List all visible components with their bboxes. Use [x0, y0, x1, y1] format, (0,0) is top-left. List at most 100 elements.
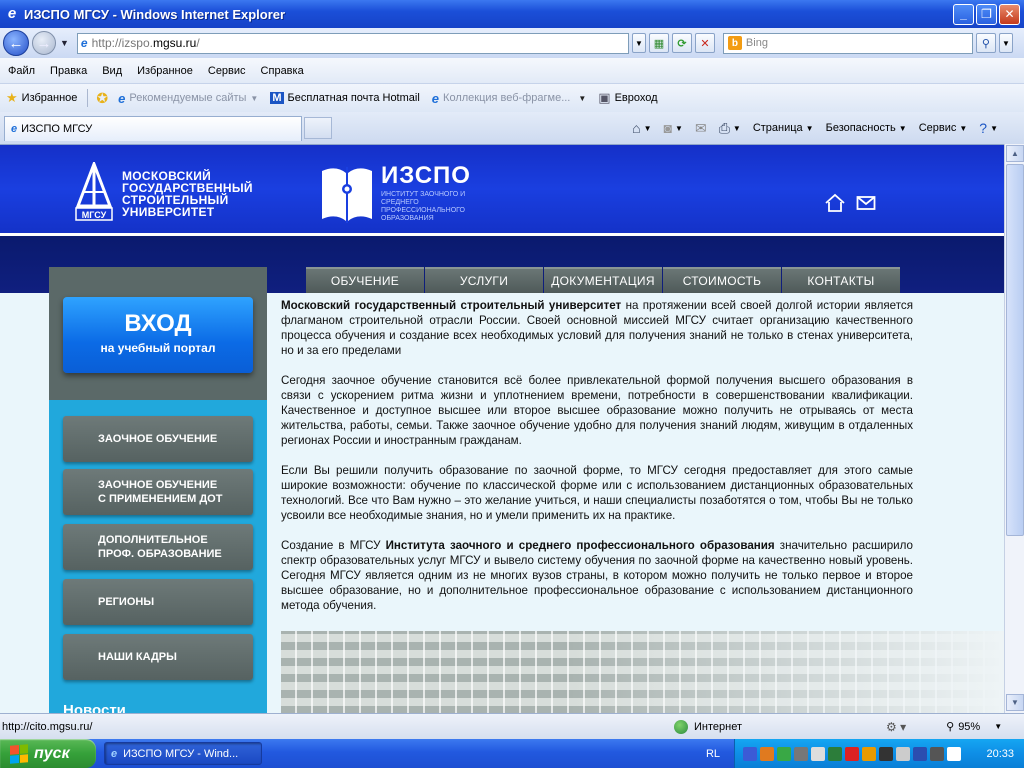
tray-icon[interactable]	[743, 746, 757, 761]
favorites-button[interactable]: ★ Избранное	[6, 90, 77, 106]
new-tab-button[interactable]	[304, 117, 332, 139]
search-icon[interactable]: ⚲	[975, 33, 996, 53]
maximize-button[interactable]: ❐	[976, 3, 997, 25]
taskbar-item-ie[interactable]: e ИЗСПО МГСУ - Wind...	[104, 742, 262, 765]
safety-menu[interactable]: Безопасность ▼	[826, 122, 907, 134]
back-button[interactable]: ←	[3, 30, 29, 56]
tray-icon[interactable]	[811, 746, 825, 761]
login-panel: ВХОД на учебный портал	[49, 267, 267, 400]
menu-help[interactable]: Справка	[261, 65, 304, 77]
tray-icon[interactable]	[845, 746, 859, 761]
nav-tab-contacts[interactable]: КОНТАКТЫ	[782, 267, 900, 293]
dropdown-icon: ▼	[578, 93, 587, 103]
ie-icon: e	[111, 747, 118, 760]
portal-login-button[interactable]: ВХОД на учебный портал	[63, 297, 253, 373]
stop-icon[interactable]: ✕	[694, 33, 715, 53]
sidebar-item-staff[interactable]: НАШИ КАДРЫ	[63, 634, 253, 680]
add-favorite-icon[interactable]: ✪	[96, 90, 108, 107]
tray-icon[interactable]	[794, 746, 808, 761]
building-photo	[281, 631, 1004, 713]
language-indicator[interactable]: RL	[706, 748, 720, 760]
search-options-icon[interactable]: ▼	[998, 33, 1013, 53]
sidebar-item-correspondence-dot[interactable]: ЗАОЧНОЕ ОБУЧЕНИЕ С ПРИМЕНЕНИЕМ ДОТ	[63, 469, 253, 515]
address-input[interactable]: e http://izspo. mgsu.ru /	[76, 32, 629, 54]
tray-icon[interactable]	[862, 746, 876, 761]
home-icon[interactable]	[824, 193, 846, 213]
protected-mode-icon[interactable]: ⚙ ▾	[886, 720, 906, 734]
rss-icon: ◙	[663, 120, 673, 136]
search-input[interactable]: b Bing	[722, 32, 973, 54]
start-button[interactable]: пуск	[0, 739, 96, 768]
sidebar-item-label: ЗАОЧНОЕ ОБУЧЕНИЕ	[98, 433, 218, 445]
windows-flag-icon	[10, 743, 28, 764]
fav-label: Евроход	[614, 92, 658, 104]
tray-icon[interactable]	[930, 746, 944, 761]
article-paragraph: Московский государственный строительный …	[281, 298, 913, 358]
menu-favorites[interactable]: Избранное	[137, 65, 193, 77]
scroll-down-button[interactable]: ▼	[1006, 694, 1024, 711]
sidebar-item-label: ЗАОЧНОЕ ОБУЧЕНИЕ	[98, 479, 218, 491]
sidebar-item-additional-education[interactable]: ДОПОЛНИТЕЛЬНОЕ ПРОФ. ОБРАЗОВАНИЕ	[63, 524, 253, 570]
fav-suggested-sites[interactable]: e Рекомендуемые сайты ▼	[118, 91, 258, 106]
security-zone[interactable]: Интернет	[666, 719, 886, 734]
tab-izspo[interactable]: e ИЗСПО МГСУ	[4, 115, 302, 141]
sidebar-item-correspondence[interactable]: ЗАОЧНОЕ ОБУЧЕНИЕ	[63, 416, 253, 462]
mail-icon: ✉	[694, 119, 707, 136]
fav-label: Коллекция веб-фрагме...	[443, 92, 571, 104]
nav-tab-cost[interactable]: СТОИМОСТЬ	[663, 267, 781, 293]
tray-icon[interactable]	[913, 746, 927, 761]
volume-icon[interactable]	[879, 746, 893, 761]
system-tray: 20:33	[734, 739, 1024, 768]
page-menu[interactable]: Страница ▼	[753, 122, 814, 134]
home-button[interactable]: ⌂ ▼	[632, 120, 651, 136]
forward-button[interactable]: →	[32, 31, 56, 55]
sidebar-item-label: ПРОФ. ОБРАЗОВАНИЕ	[98, 548, 222, 560]
fav-hotmail[interactable]: M Бесплатная почта Hotmail	[270, 92, 420, 104]
sidebar-item-regions[interactable]: РЕГИОНЫ	[63, 579, 253, 625]
tab-title: ИЗСПО МГСУ	[21, 122, 93, 135]
start-label: пуск	[34, 744, 70, 762]
bing-icon: b	[727, 36, 742, 50]
feeds-button[interactable]: ◙ ▼	[664, 120, 683, 136]
minimize-button[interactable]: _	[953, 3, 974, 25]
fav-evrohod[interactable]: ▣ Евроход	[598, 90, 657, 106]
help-button[interactable]: ? ▼	[979, 120, 998, 136]
refresh-icon[interactable]: ⟳	[671, 33, 692, 53]
close-button[interactable]: ✕	[999, 3, 1020, 25]
izspo-logo-icon[interactable]	[318, 163, 376, 225]
nav-tab-services[interactable]: УСЛУГИ	[425, 267, 543, 293]
sidebar-item-label: РЕГИОНЫ	[98, 596, 155, 608]
menu-file[interactable]: Файл	[8, 65, 35, 77]
tray-icon[interactable]	[947, 746, 961, 761]
scroll-thumb[interactable]	[1006, 164, 1024, 536]
vertical-scrollbar[interactable]: ▲ ▼	[1004, 144, 1024, 713]
compatibility-icon[interactable]: ▦	[648, 33, 669, 53]
window-titlebar: e ИЗСПО МГСУ - Windows Internet Explorer…	[0, 0, 1024, 28]
print-button[interactable]: ⎙ ▼	[719, 120, 741, 137]
photo-overlay	[281, 631, 1004, 713]
site-header: МГСУ МОСКОВСКИЙ ГОСУДАРСТВЕННЫЙ СТРОИТЕЛ…	[0, 145, 1004, 233]
sidebar: ВХОД на учебный портал ЗАОЧНОЕ ОБУЧЕНИЕ …	[49, 267, 267, 713]
tray-icon[interactable]	[777, 746, 791, 761]
tray-icon[interactable]	[828, 746, 842, 761]
favorites-bar: ★ Избранное ✪ e Рекомендуемые сайты ▼ M …	[0, 84, 1024, 112]
history-dropdown-icon[interactable]: ▼	[60, 38, 69, 48]
star-icon: ★	[6, 90, 18, 105]
msgu-logo-icon[interactable]: МГСУ	[74, 162, 114, 224]
nav-tab-documentation[interactable]: ДОКУМЕНТАЦИЯ	[544, 267, 662, 293]
zoom-control[interactable]: ⚲ 95% ▼	[946, 720, 1002, 734]
article-bold: Московский государственный строительный …	[281, 299, 622, 312]
nav-tab-education[interactable]: ОБУЧЕНИЕ	[306, 267, 424, 293]
clock[interactable]: 20:33	[986, 748, 1014, 760]
mail-button[interactable]: ✉	[695, 120, 707, 137]
mail-icon[interactable]	[856, 195, 876, 211]
menu-view[interactable]: Вид	[102, 65, 122, 77]
tray-icon[interactable]	[896, 746, 910, 761]
address-dropdown-icon[interactable]: ▼	[631, 33, 646, 53]
menu-tools[interactable]: Сервис	[208, 65, 246, 77]
tools-menu[interactable]: Сервис ▼	[919, 122, 968, 134]
fav-web-slice-gallery[interactable]: e Коллекция веб-фрагме... ▼	[432, 91, 587, 106]
tray-icon[interactable]	[760, 746, 774, 761]
menu-edit[interactable]: Правка	[50, 65, 87, 77]
scroll-up-button[interactable]: ▲	[1006, 145, 1024, 162]
